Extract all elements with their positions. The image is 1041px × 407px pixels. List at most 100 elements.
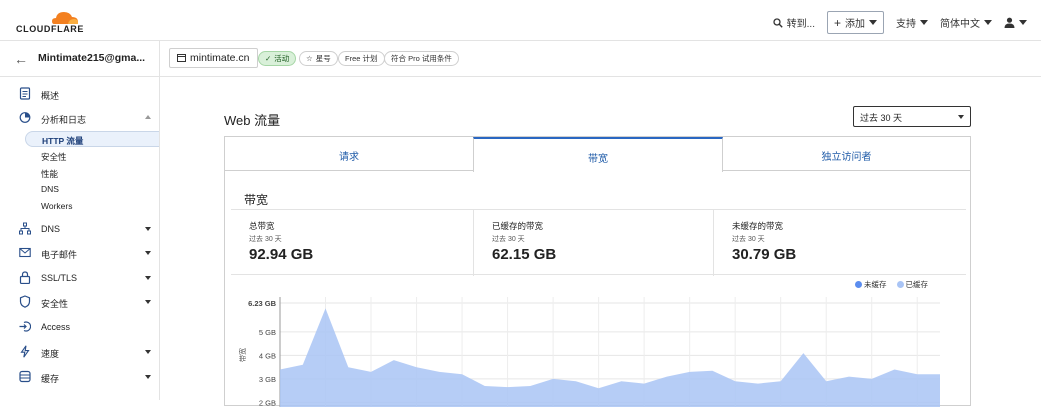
time-range-value: 过去 30 天 xyxy=(860,113,903,123)
add-button[interactable]: + 添加 xyxy=(826,11,884,34)
time-range-select[interactable]: 过去 30 天 xyxy=(853,106,971,127)
sidebar-item-access[interactable]: Access xyxy=(0,316,159,338)
chevron-down-icon xyxy=(145,350,151,354)
check-icon: ✓ xyxy=(265,54,272,63)
goto-button[interactable]: 转到... xyxy=(772,15,815,30)
stat-title: 未缓存的带宽 xyxy=(732,221,784,231)
y-tick-label: 6.23 GB xyxy=(248,299,277,308)
stat-subtitle: 过去 30 天 xyxy=(732,236,765,243)
stat-uncached-bandwidth: 未缓存的带宽 过去 30 天 30.79 GB xyxy=(713,210,966,276)
stats-row: 总带宽 过去 30 天 92.94 GB 已缓存的带宽 过去 30 天 62.1… xyxy=(231,209,966,276)
lock-icon xyxy=(19,271,31,284)
language-label: 简体中文 xyxy=(940,19,980,30)
y-axis-ticks: 6.23 GB5 GB4 GB3 GB2 GB xyxy=(248,299,277,407)
top-bar: CLOUDFLARE 转到... + 添加 支持 简体中文 xyxy=(0,0,1041,41)
sidebar-subitem-dns[interactable]: DNS xyxy=(25,181,159,197)
stat-subtitle: 过去 30 天 xyxy=(492,236,525,243)
y-axis-label: 带宽 xyxy=(238,348,247,362)
tab-bar: 请求 带宽 独立访问者 xyxy=(225,137,970,172)
stat-value: 92.94 GB xyxy=(249,246,314,263)
sidebar-item-label: 安全性 xyxy=(41,299,69,309)
shield-icon xyxy=(19,295,31,308)
sidebar-item-label: 概述 xyxy=(41,91,60,101)
status-badge: ✓ 活动 xyxy=(258,51,297,66)
envelope-icon xyxy=(19,247,31,258)
browser-window-icon xyxy=(177,54,186,62)
subitem-label: 性能 xyxy=(41,169,59,179)
chart-series xyxy=(280,308,940,407)
plan-label: Free 计划 xyxy=(345,54,378,63)
sidebar-item-speed[interactable]: 速度 xyxy=(0,341,159,363)
chevron-down-icon xyxy=(920,20,928,25)
sidebar-subitem-security[interactable]: 安全性 xyxy=(25,148,159,164)
clock-chart-icon xyxy=(19,112,31,123)
star-label: 星号 xyxy=(315,54,331,63)
stat-title: 已缓存的带宽 xyxy=(492,221,544,231)
chevron-down-icon xyxy=(145,375,151,379)
sidebar-item-dns[interactable]: DNS xyxy=(0,218,159,240)
network-icon xyxy=(19,222,31,235)
language-menu[interactable]: 简体中文 xyxy=(940,15,992,30)
chevron-down-icon xyxy=(145,276,151,280)
sidebar-item-cache[interactable]: 缓存 xyxy=(0,366,159,388)
sidebar-subitem-http-traffic[interactable]: HTTP 流量 xyxy=(25,131,159,147)
traffic-panel: 请求 带宽 独立访问者 带宽 总带宽 过去 30 天 92.94 GB 已缓存的… xyxy=(224,136,971,407)
sidebar-item-label: 分析和日志 xyxy=(41,115,87,125)
lightning-icon xyxy=(20,345,30,358)
sidebar-item-analytics[interactable]: 分析和日志 xyxy=(0,107,159,129)
sidebar-item-email[interactable]: 电子邮件 xyxy=(0,242,159,264)
add-label: 添加 xyxy=(845,19,865,30)
chevron-up-icon xyxy=(145,115,151,119)
star-icon: ☆ xyxy=(306,54,313,63)
subitem-label: DNS xyxy=(41,184,59,194)
stat-title: 总带宽 xyxy=(249,221,275,231)
cloudflare-logo[interactable]: CLOUDFLARE xyxy=(16,9,83,34)
back-arrow-icon[interactable]: ← xyxy=(14,51,28,67)
account-name: Mintimate215@gma... xyxy=(38,52,146,64)
sidebar-subitem-workers[interactable]: Workers xyxy=(25,198,159,214)
y-tick-label: 4 GB xyxy=(259,351,276,360)
sidebar-item-label: Access xyxy=(41,322,71,332)
sidebar-item-overview[interactable]: 概述 xyxy=(0,83,159,105)
zone-domain: mintimate.cn xyxy=(190,52,250,64)
plus-icon: + xyxy=(833,15,841,30)
account-header: ← Mintimate215@gma... xyxy=(0,41,159,77)
section-title: 带宽 xyxy=(244,193,269,207)
stat-subtitle: 过去 30 天 xyxy=(249,236,282,243)
sidebar-item-label: 速度 xyxy=(41,349,60,359)
star-button[interactable]: ☆ 星号 xyxy=(299,51,338,66)
pro-trial-label: 符合 Pro 试用条件 xyxy=(391,54,452,63)
user-menu[interactable] xyxy=(1004,17,1027,28)
subitem-label: HTTP 流量 xyxy=(42,136,84,146)
sidebar-item-security[interactable]: 安全性 xyxy=(0,291,159,313)
pro-trial-badge[interactable]: 符合 Pro 试用条件 xyxy=(384,51,459,66)
status-label: 活动 xyxy=(274,54,290,63)
stat-total-bandwidth: 总带宽 过去 30 天 92.94 GB xyxy=(231,210,473,276)
tab-requests[interactable]: 请求 xyxy=(225,137,473,171)
subitem-label: 安全性 xyxy=(41,152,67,162)
y-tick-label: 3 GB xyxy=(259,375,276,384)
sidebar-item-label: 缓存 xyxy=(41,374,60,384)
top-right-menu: 转到... + 添加 支持 简体中文 xyxy=(772,11,1027,34)
support-label: 支持 xyxy=(896,19,916,30)
stat-value: 62.15 GB xyxy=(492,246,557,263)
sidebar-item-ssl-tls[interactable]: SSL/TLS xyxy=(0,267,159,289)
subitem-label: Workers xyxy=(41,201,73,211)
chevron-down-icon xyxy=(145,300,151,304)
sidebar: ← Mintimate215@gma... 概述 分析和日志 HTTP 流量 安… xyxy=(0,41,160,400)
support-menu[interactable]: 支持 xyxy=(896,15,928,30)
chevron-down-icon xyxy=(1019,20,1027,25)
series-area-cached[interactable] xyxy=(280,308,940,407)
zone-selector[interactable]: mintimate.cn xyxy=(169,48,258,68)
sidebar-subitem-performance[interactable]: 性能 xyxy=(25,165,159,181)
sidebar-item-label: SSL/TLS xyxy=(41,273,78,283)
tab-bandwidth[interactable]: 带宽 xyxy=(473,137,723,172)
document-icon xyxy=(19,87,31,100)
tab-label: 独立访问者 xyxy=(821,152,872,163)
tab-label: 请求 xyxy=(339,152,359,163)
tab-unique-visitors[interactable]: 独立访问者 xyxy=(723,137,970,171)
main-content: Web 流量 过去 30 天 请求 带宽 独立访问者 带宽 总带宽 过去 30 … xyxy=(160,77,1041,407)
goto-label: 转到... xyxy=(786,19,815,30)
user-icon xyxy=(1004,17,1015,28)
plan-badge[interactable]: Free 计划 xyxy=(338,51,385,66)
